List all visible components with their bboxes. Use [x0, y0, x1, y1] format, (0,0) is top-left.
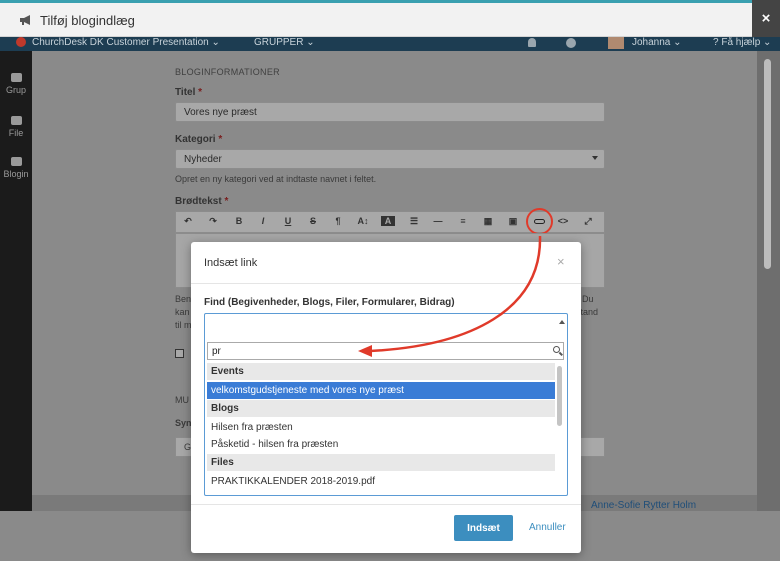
bold-icon[interactable]: B [232, 216, 246, 226]
insert-link-dialog: Indsæt link × Find (Begivenheder, Blogs,… [191, 242, 581, 553]
body-text-fragment: Du [582, 294, 594, 304]
table-icon[interactable]: ▦ [481, 216, 495, 227]
result-option[interactable]: velkomstgudstjeneste med vores nye præst [207, 382, 555, 399]
sidebar-item-label: File [8, 128, 24, 138]
org-name: ChurchDesk DK Customer Presentation [32, 37, 209, 48]
outer-modal-title: Tilføj blogindlæg [40, 13, 135, 28]
groups-label: GRUPPER [254, 37, 304, 48]
dialog-close-button[interactable]: × [557, 254, 565, 269]
app-topbar: ChurchDesk DK Customer Presentation ⌄ GR… [0, 37, 780, 51]
category-select[interactable]: Nyheder [175, 149, 605, 169]
align-icon[interactable]: ≡ [456, 216, 470, 226]
result-group-header: Blogs [207, 400, 555, 417]
page-scrollbar[interactable] [764, 59, 771, 269]
body-text-fragment: til m [175, 320, 192, 330]
category-value: Nyheder [184, 154, 222, 165]
org-logo-icon [16, 37, 26, 48]
outer-modal-header: Tilføj blogindlæg [0, 0, 780, 37]
sidebar-item-files[interactable]: File [0, 116, 32, 138]
text-color-icon[interactable]: A [381, 216, 395, 226]
groups-menu[interactable]: GRUPPER ⌄ [254, 37, 315, 49]
help-menu[interactable]: ? Få hjælp ⌄ [713, 37, 771, 49]
dialog-title: Indsæt link [204, 257, 258, 269]
avatar[interactable] [608, 37, 624, 49]
result-group-header: Files [207, 454, 555, 471]
category-label: Kategori * [175, 134, 223, 145]
underline-icon[interactable]: U [281, 216, 295, 226]
results-scrollbar[interactable] [557, 366, 562, 426]
category-hint: Opret en ny kategori ved at indtaste nav… [175, 174, 377, 184]
section-heading-fragment: MU [175, 395, 189, 405]
user-menu[interactable]: Johanna ⌄ [632, 37, 682, 49]
user-name: Johanna [632, 37, 671, 48]
font-size-icon[interactable]: A↕ [356, 216, 370, 226]
search-results-list: Events velkomstgudstjeneste med vores ny… [207, 363, 555, 493]
sidebar-item-groups[interactable]: Grup [0, 73, 32, 95]
option-checkbox[interactable] [175, 349, 184, 358]
body-label: Brødtekst * [175, 196, 229, 207]
body-text-fragment: kan [175, 307, 190, 317]
code-view-icon[interactable]: <> [556, 216, 570, 226]
dialog-footer-divider [191, 504, 581, 505]
link-button-highlight [526, 208, 553, 235]
title-label: Titel * [175, 87, 203, 98]
search-icon [553, 346, 560, 353]
dialog-header: Indsæt link × [191, 242, 581, 284]
field-label-fragment: Syn [175, 418, 192, 428]
redo-icon[interactable]: ↷ [206, 216, 220, 227]
bell-icon[interactable] [528, 38, 536, 47]
megaphone-icon [10, 157, 22, 166]
result-option[interactable]: Påsketid - hilsen fra præsten [207, 436, 555, 453]
fullscreen-icon[interactable]: ⤢ [581, 216, 595, 227]
search-input[interactable] [207, 342, 564, 360]
result-group-header: Events [207, 363, 555, 380]
list-icon[interactable]: ☰ [407, 216, 421, 227]
page-scrollbar-track [757, 51, 780, 511]
body-text-fragment: Ben [175, 294, 192, 304]
caret-up-icon [559, 320, 565, 324]
horizontal-rule-icon[interactable]: — [431, 216, 445, 226]
insert-button[interactable]: Indsæt [454, 515, 513, 541]
app-sidebar: Grup File Blogin [0, 51, 32, 511]
result-option[interactable]: PRAKTIKKALENDER 2018-2019.pdf [207, 473, 555, 490]
sidebar-item-blogs[interactable]: Blogin [0, 157, 32, 179]
sidebar-item-label: Blogin [3, 169, 29, 179]
section-heading: BLOGINFORMATIONER [175, 67, 280, 77]
help-label: Få hjælp [721, 37, 761, 48]
sidebar-item-label: Grup [5, 85, 26, 95]
folder-icon [10, 116, 22, 125]
paragraph-icon[interactable]: ¶ [331, 216, 345, 226]
title-input[interactable]: Vores nye præst [175, 102, 605, 122]
cancel-button[interactable]: Annuller [529, 522, 566, 533]
users-icon [10, 73, 22, 82]
result-option[interactable]: Hilsen fra præsten [207, 419, 555, 436]
org-switcher[interactable]: ChurchDesk DK Customer Presentation ⌄ [16, 37, 220, 49]
find-label: Find (Begivenheder, Blogs, Filer, Formul… [204, 297, 455, 308]
caret-down-icon [592, 156, 598, 160]
undo-icon[interactable]: ↶ [181, 216, 195, 227]
background-user-name: Anne-Sofie Rytter Holm [591, 500, 697, 511]
clock-icon[interactable] [566, 38, 576, 48]
megaphone-icon [20, 15, 30, 25]
image-icon[interactable]: ▣ [506, 216, 520, 227]
strikethrough-icon[interactable]: S [306, 216, 320, 226]
italic-icon[interactable]: I [256, 216, 270, 226]
outer-modal-close-button[interactable]: × [752, 0, 780, 37]
